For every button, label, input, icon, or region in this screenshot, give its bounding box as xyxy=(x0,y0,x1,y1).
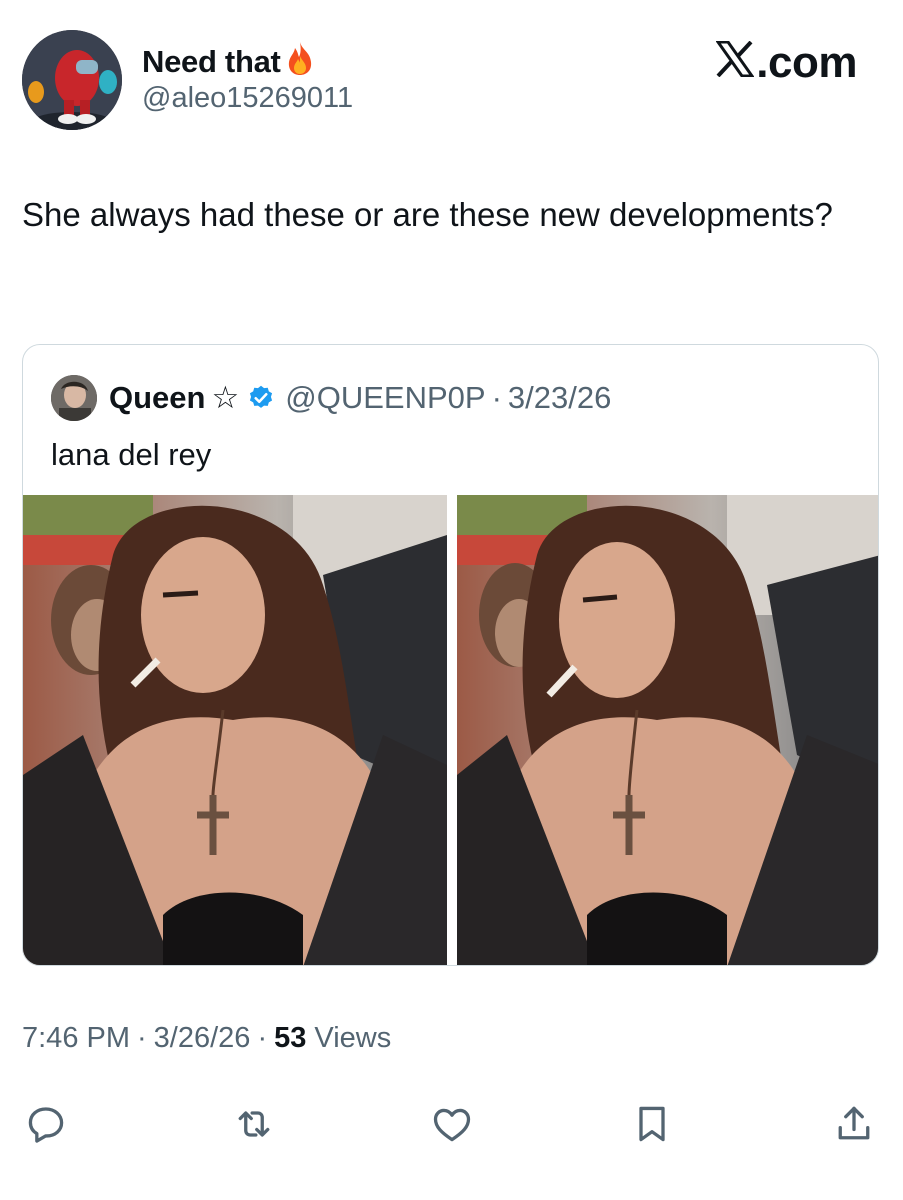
tweet-meta: 7:46 PM · 3/26/26 · 53 Views xyxy=(22,1022,391,1055)
like-icon[interactable] xyxy=(428,1100,476,1148)
brand-watermark: .com xyxy=(715,38,857,88)
quote-text: lana del rey xyxy=(51,437,212,472)
quoted-tweet-card[interactable]: Queen ☆ @QUEENP0P · 3/23/26 lana del rey xyxy=(22,344,879,966)
author-handle[interactable]: @aleo15269011 xyxy=(142,82,353,115)
views-label[interactable]: Views xyxy=(314,1022,391,1055)
quote-media-grid xyxy=(23,495,878,965)
meta-separator-1: · xyxy=(137,1022,147,1054)
meta-separator-2: · xyxy=(257,1022,268,1054)
tweet-time[interactable]: 7:46 PM xyxy=(22,1022,130,1055)
bookmark-icon[interactable] xyxy=(628,1100,676,1148)
quote-date[interactable]: 3/23/26 xyxy=(508,378,611,418)
share-icon[interactable] xyxy=(830,1100,878,1148)
action-bar xyxy=(0,1100,903,1150)
verified-badge-icon xyxy=(247,384,275,412)
quote-handle[interactable]: @QUEENP0P xyxy=(285,378,485,418)
author-avatar[interactable] xyxy=(22,30,122,130)
quote-header: Queen ☆ @QUEENP0P · 3/23/26 xyxy=(109,378,611,418)
quote-display-name[interactable]: Queen xyxy=(109,378,205,418)
views-count[interactable]: 53 xyxy=(274,1022,306,1055)
quote-photo-2[interactable] xyxy=(457,495,878,965)
author-name-text: Need that xyxy=(142,44,281,79)
reply-icon[interactable] xyxy=(22,1100,70,1148)
author-display-name[interactable]: Need that xyxy=(142,40,316,84)
repost-icon[interactable] xyxy=(230,1100,278,1148)
quote-author-avatar[interactable] xyxy=(51,375,97,421)
x-logo-icon xyxy=(715,38,756,88)
quote-separator: · xyxy=(491,380,502,415)
fire-emoji-icon xyxy=(284,40,316,84)
brand-label: .com xyxy=(756,38,857,87)
quote-photo-1[interactable] xyxy=(23,495,447,965)
star-symbol: ☆ xyxy=(211,380,240,415)
tweet-text: She always had these or are these new de… xyxy=(22,196,833,233)
tweet-date[interactable]: 3/26/26 xyxy=(154,1022,251,1055)
